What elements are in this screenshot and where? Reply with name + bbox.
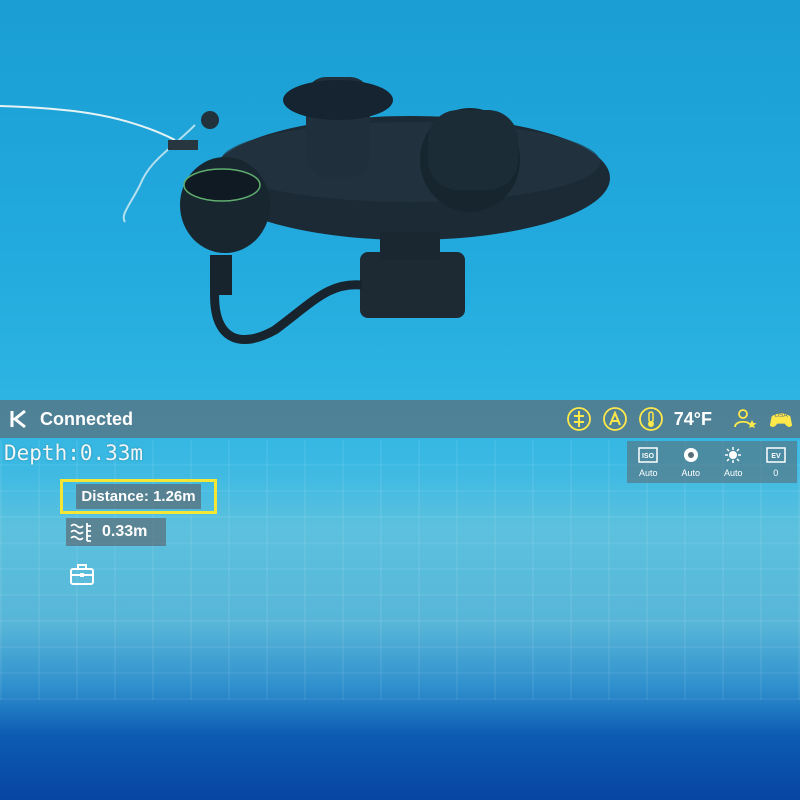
white-balance-setting[interactable]: Auto	[713, 441, 753, 478]
status-icons: 74°F USA	[566, 400, 794, 438]
white-balance-icon	[724, 446, 742, 464]
altitude-waves-icon	[66, 521, 96, 543]
thruster-icon[interactable]	[566, 406, 592, 432]
distance-readout: Distance: 1.26m	[76, 484, 201, 509]
shutter-value: Auto	[681, 468, 700, 478]
svg-text:ISO: ISO	[642, 453, 655, 460]
shutter-icon	[682, 446, 700, 464]
status-bar: Connected 74°F USA	[0, 400, 800, 438]
iso-value: Auto	[638, 468, 658, 478]
underwater-drone-image	[0, 77, 610, 344]
auto-mode-icon[interactable]	[602, 406, 628, 432]
logo-k-icon[interactable]	[6, 407, 30, 431]
ev-icon: EV	[766, 446, 786, 464]
altitude-readout[interactable]: 0.33m	[66, 518, 166, 546]
water-temperature: 74°F	[673, 408, 712, 429]
toolbox-icon[interactable]	[69, 563, 95, 585]
user-star-icon[interactable]	[732, 406, 758, 432]
altitude-value: 0.33m	[102, 523, 148, 540]
ev-value: 0	[773, 468, 779, 478]
iso-icon: ISO	[638, 446, 658, 464]
svg-text:USA: USA	[774, 412, 788, 419]
svg-text:EV: EV	[771, 453, 781, 460]
depth-readout: Depth:0.33m	[4, 441, 144, 465]
thermometer-icon	[638, 406, 664, 432]
white-balance-value: Auto	[723, 468, 743, 478]
camera-view: Connected 74°F USA Depth:0.33m ISO Auto …	[0, 0, 800, 800]
ev-setting[interactable]: EV 0	[756, 441, 796, 478]
camera-settings-panel: ISO Auto Auto Auto EV 0	[627, 441, 797, 483]
iso-setting[interactable]: ISO Auto	[628, 441, 668, 478]
gamepad-usa-icon[interactable]: USA	[768, 406, 794, 432]
shutter-setting[interactable]: Auto	[671, 441, 711, 478]
distance-highlight[interactable]: Distance: 1.26m	[60, 479, 217, 514]
connection-status: Connected	[40, 408, 134, 429]
